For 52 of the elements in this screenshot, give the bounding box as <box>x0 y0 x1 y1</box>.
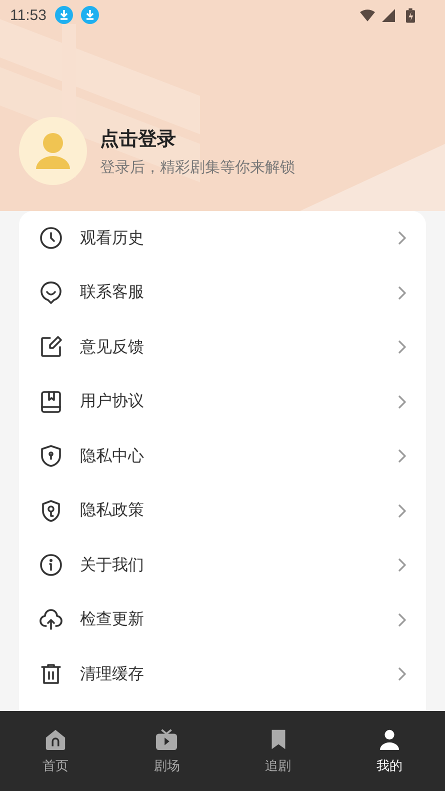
cloud-upload-icon <box>39 608 63 632</box>
menu-item[interactable]: 用户协议 <box>19 374 426 429</box>
login-subtitle: 登录后，精彩剧集等你来解锁 <box>100 158 295 176</box>
shield-lock-icon <box>39 444 63 468</box>
wifi-icon <box>360 8 375 22</box>
download-icon <box>80 5 100 25</box>
chevron-right-icon <box>398 558 406 572</box>
menu-item[interactable]: 隐私政策 <box>19 484 426 538</box>
status-time: 11:53 <box>10 6 46 24</box>
signal-icon <box>381 8 396 22</box>
menu-label: 用户协议 <box>80 391 145 412</box>
chevron-right-icon <box>398 504 406 518</box>
chevron-right-icon <box>398 667 406 682</box>
home-icon <box>44 728 68 750</box>
menu-item[interactable]: 意见反馈 <box>19 320 426 374</box>
menu-item[interactable]: 联系客服 <box>19 266 426 320</box>
trash-icon <box>39 662 63 686</box>
menu-label: 关于我们 <box>80 554 145 576</box>
tab[interactable]: 我的 <box>334 711 445 791</box>
avatar-icon[interactable] <box>19 117 87 185</box>
menu-item[interactable]: 关于我们 <box>19 538 426 592</box>
chevron-right-icon <box>398 340 406 354</box>
menu-label: 联系客服 <box>80 282 145 304</box>
menu-label: 隐私政策 <box>80 500 145 522</box>
menu-label: 隐私中心 <box>80 446 145 467</box>
book-icon <box>39 390 63 414</box>
clock-icon <box>39 226 63 250</box>
info-icon <box>39 553 63 578</box>
menu-item[interactable]: 检查更新 <box>19 592 426 647</box>
edit-icon <box>39 335 63 360</box>
chevron-right-icon <box>398 286 406 300</box>
tab[interactable]: 剧场 <box>111 711 222 791</box>
chevron-right-icon <box>398 612 406 627</box>
chevron-right-icon <box>398 394 406 409</box>
tab[interactable]: 追剧 <box>222 711 334 791</box>
login-link[interactable]: 点击登录 <box>100 126 295 152</box>
tv-play-icon <box>155 728 178 750</box>
shield-key-icon <box>39 498 63 523</box>
battery-icon <box>406 8 415 22</box>
chat-bubble-icon <box>39 280 63 305</box>
menu-label: 检查更新 <box>80 609 145 630</box>
person-icon <box>378 728 401 750</box>
menu-item[interactable]: 清理缓存 <box>19 647 426 702</box>
menu-label: 观看历史 <box>80 228 145 249</box>
tab[interactable]: 首页 <box>0 711 112 791</box>
menu-item[interactable]: 观看历史 <box>19 211 426 266</box>
chevron-right-icon <box>398 449 406 464</box>
download-icon <box>54 5 74 25</box>
menu-item[interactable]: 隐私中心 <box>19 429 426 484</box>
menu-label: 意见反馈 <box>80 336 145 358</box>
menu-label: 清理缓存 <box>80 664 145 685</box>
chevron-right-icon <box>398 231 406 246</box>
